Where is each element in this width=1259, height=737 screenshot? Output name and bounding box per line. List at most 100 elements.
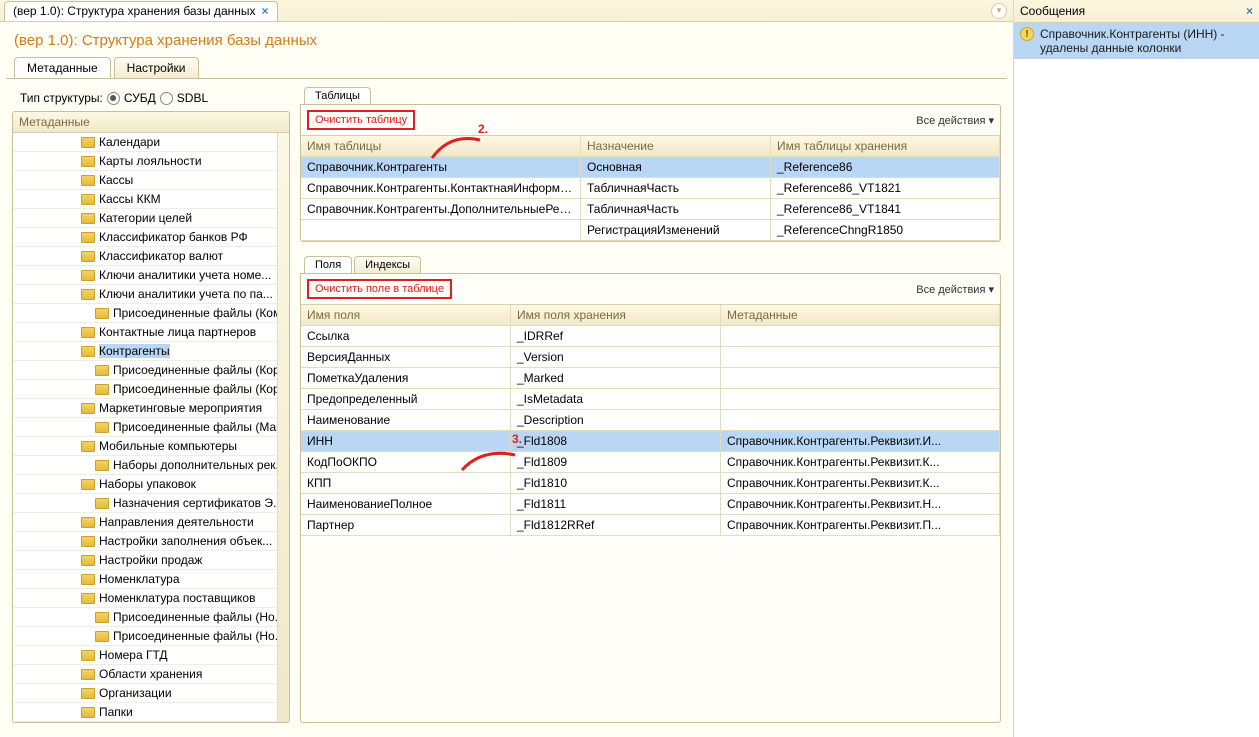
tree-item[interactable]: Номера ГТД: [13, 646, 277, 665]
tree-item[interactable]: Назначения сертификатов Э...: [13, 494, 277, 513]
tree-item-label: Номенклатура: [99, 572, 180, 586]
col-field-metadata[interactable]: Метаданные: [721, 305, 1000, 326]
scrollbar[interactable]: [277, 133, 289, 722]
tree-item[interactable]: Настройки продаж: [13, 551, 277, 570]
clear-table-button[interactable]: Очистить таблицу: [307, 110, 415, 130]
table-row[interactable]: Справочник.КонтрагентыОсновная_Reference…: [301, 157, 1000, 178]
tree-item-label: Ключи аналитики учета номе...: [99, 268, 271, 282]
catalog-icon: [81, 403, 95, 414]
table-row[interactable]: Наименование_Description: [301, 410, 1000, 431]
tree-item[interactable]: Маркетинговые мероприятия: [13, 399, 277, 418]
table-row[interactable]: КПП_Fld1810Справочник.Контрагенты.Реквиз…: [301, 473, 1000, 494]
catalog-icon: [81, 688, 95, 699]
tree-item[interactable]: Присоединенные файлы (Но...: [13, 608, 277, 627]
tree-item[interactable]: Наборы дополнительных рек...: [13, 456, 277, 475]
tree-item-label: Категории целей: [99, 211, 192, 225]
tree-item[interactable]: Кассы: [13, 171, 277, 190]
clear-field-button[interactable]: Очистить поле в таблице: [307, 279, 452, 299]
table-row[interactable]: НаименованиеПолное_Fld1811Справочник.Кон…: [301, 494, 1000, 515]
tree-item-label: Мобильные компьютеры: [99, 439, 237, 453]
tree-item-label: Кассы: [99, 173, 133, 187]
catalog-icon: [95, 498, 109, 509]
tree-item-label: Ключи аналитики учета по па...: [99, 287, 273, 301]
col-field-storage[interactable]: Имя поля хранения: [511, 305, 721, 326]
tree-item[interactable]: Настройки заполнения объек...: [13, 532, 277, 551]
radio-sdbl[interactable]: [160, 92, 173, 105]
table-row[interactable]: РегистрацияИзменений_ReferenceChngR1850: [301, 220, 1000, 241]
warning-icon: !: [1020, 27, 1034, 41]
col-purpose[interactable]: Назначение: [581, 136, 771, 157]
tree-item-label: Присоединенные файлы (Но...: [113, 629, 277, 643]
catalog-icon: [81, 593, 95, 604]
tree-item[interactable]: Мобильные компьютеры: [13, 437, 277, 456]
tree-item[interactable]: Календари: [13, 133, 277, 152]
col-field-name[interactable]: Имя поля: [301, 305, 511, 326]
tree-item[interactable]: Присоединенные файлы (Мар...: [13, 418, 277, 437]
metadata-tree[interactable]: КалендариКарты лояльности Кассы Кассы ККМ К…: [13, 133, 277, 722]
tab-indexes[interactable]: Индексы: [354, 256, 421, 273]
tree-item[interactable]: Присоединенные файлы (Ком...: [13, 304, 277, 323]
tree-item[interactable]: Карты лояльности: [13, 152, 277, 171]
table-row[interactable]: Ссылка_IDRRef: [301, 326, 1000, 347]
tab-metadata[interactable]: Метаданные: [14, 57, 111, 78]
table-row[interactable]: Предопределенный_IsMetadata: [301, 389, 1000, 410]
tree-item[interactable]: Организации: [13, 684, 277, 703]
tree-item[interactable]: Классификатор валют: [13, 247, 277, 266]
tree-item[interactable]: Классификатор банков РФ: [13, 228, 277, 247]
table-row[interactable]: КодПоОКПО_Fld1809Справочник.Контрагенты.…: [301, 452, 1000, 473]
table-row[interactable]: ИНН_Fld1808Справочник.Контрагенты.Реквиз…: [301, 431, 1000, 452]
table-row[interactable]: Справочник.Контрагенты.ДополнительныеРек…: [301, 199, 1000, 220]
catalog-icon: [81, 555, 95, 566]
tree-item[interactable]: Присоединенные файлы (Но...: [13, 627, 277, 646]
all-actions-fields[interactable]: Все действия ▾: [916, 283, 994, 296]
catalog-icon: [95, 422, 109, 433]
tree-item[interactable]: Присоединенные файлы (Кор...: [13, 361, 277, 380]
close-icon[interactable]: ×: [262, 4, 269, 18]
catalog-icon: [81, 669, 95, 680]
catalog-icon: [81, 479, 95, 490]
tree-item[interactable]: Контактные лица партнеров: [13, 323, 277, 342]
tab-settings[interactable]: Настройки: [114, 57, 199, 78]
catalog-icon: [81, 213, 95, 224]
tree-item[interactable]: Направления деятельности: [13, 513, 277, 532]
tree-item-label: Присоединенные файлы (Кор...: [113, 363, 277, 377]
catalog-icon: [81, 574, 95, 585]
table-row[interactable]: ВерсияДанных_Version: [301, 347, 1000, 368]
tree-item[interactable]: Номенклатура: [13, 570, 277, 589]
tree-item-label: Организации: [99, 686, 172, 700]
tab-tables[interactable]: Таблицы: [304, 87, 371, 104]
tree-item[interactable]: Кассы ККМ: [13, 190, 277, 209]
tab-fields[interactable]: Поля: [304, 256, 352, 273]
tree-item-label: Номенклатура поставщиков: [99, 591, 255, 605]
table-row[interactable]: ПометкаУдаления_Marked: [301, 368, 1000, 389]
fields-grid: Имя поля Имя поля хранения Метаданные Сс…: [301, 304, 1000, 536]
tree-item[interactable]: Ключи аналитики учета номе...: [13, 266, 277, 285]
page-title: (вер 1.0): Структура хранения базы данны…: [0, 22, 1013, 57]
all-actions-tables[interactable]: Все действия ▾: [916, 114, 994, 127]
radio-subd[interactable]: [107, 92, 120, 105]
tree-item[interactable]: Папки: [13, 703, 277, 722]
tree-item-label: Контрагенты: [99, 344, 170, 358]
tree-item[interactable]: Категории целей: [13, 209, 277, 228]
tree-item-label: Наборы упаковок: [99, 477, 196, 491]
tree-item[interactable]: Присоединенные файлы (Кор...: [13, 380, 277, 399]
tree-item[interactable]: Ключи аналитики учета по па...: [13, 285, 277, 304]
chevron-down-icon[interactable]: ▾: [991, 3, 1007, 19]
message-item[interactable]: ! Справочник.Контрагенты (ИНН) - удалены…: [1014, 23, 1259, 59]
table-row[interactable]: Справочник.Контрагенты.КонтактнаяИнформа…: [301, 178, 1000, 199]
tree-item-label: Наборы дополнительных рек...: [113, 458, 277, 472]
tree-item-label: Присоединенные файлы (Но...: [113, 610, 277, 624]
tree-item[interactable]: Наборы упаковок: [13, 475, 277, 494]
table-row[interactable]: Партнер_Fld1812RRefСправочник.Контрагент…: [301, 515, 1000, 536]
catalog-icon: [95, 460, 109, 471]
tree-item-label: Области хранения: [99, 667, 202, 681]
tree-item[interactable]: Области хранения: [13, 665, 277, 684]
tree-item[interactable]: Номенклатура поставщиков: [13, 589, 277, 608]
col-table-name[interactable]: Имя таблицы: [301, 136, 581, 157]
tree-item[interactable]: Контрагенты: [13, 342, 277, 361]
catalog-icon: [81, 650, 95, 661]
main-tabs: Метаданные Настройки: [0, 57, 1013, 78]
col-storage-name[interactable]: Имя таблицы хранения: [771, 136, 1000, 157]
window-tab[interactable]: (вер 1.0): Структура хранения базы данны…: [4, 1, 278, 21]
messages-close-icon[interactable]: ×: [1246, 4, 1253, 18]
